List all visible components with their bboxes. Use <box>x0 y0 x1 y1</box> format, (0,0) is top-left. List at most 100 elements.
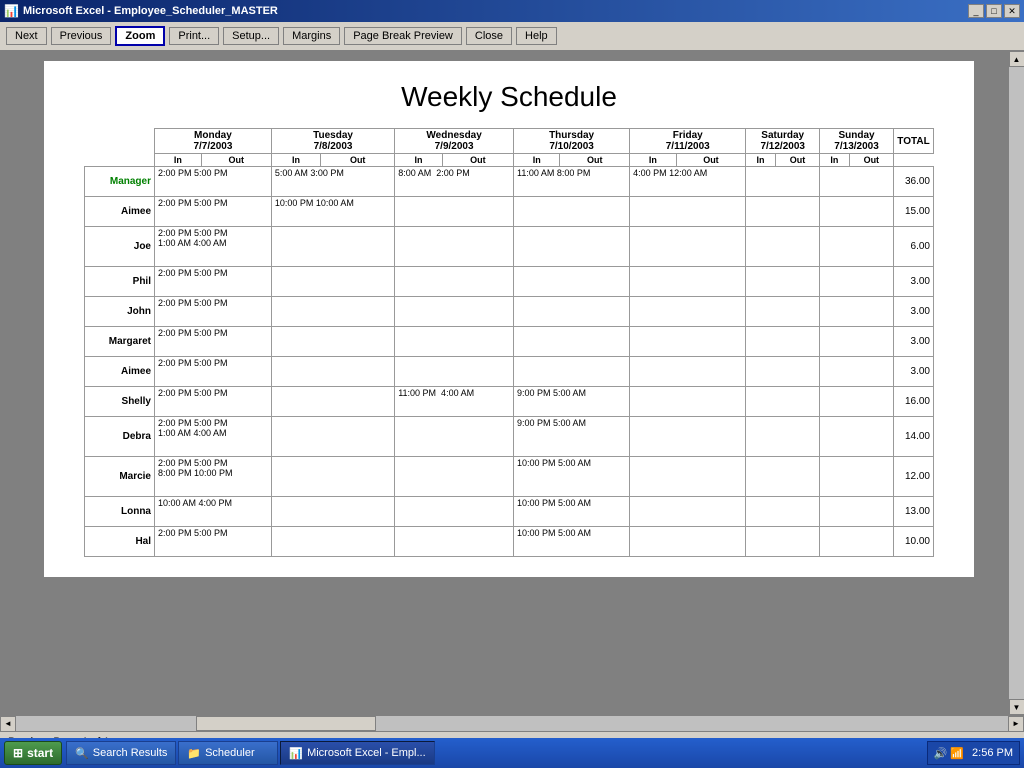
minimize-button[interactable]: _ <box>968 4 984 18</box>
taskbar-item-excel[interactable]: 📊 Microsoft Excel - Empl... <box>280 741 434 765</box>
print-button[interactable]: Print... <box>169 27 219 45</box>
margins-button[interactable]: Margins <box>283 27 340 45</box>
cell-monday: 2:00 PM 5:00 PM <box>155 387 272 417</box>
cell-saturday <box>746 297 820 327</box>
cell-monday: 2:00 PM 5:00 PM <box>155 167 272 197</box>
close-button[interactable]: ✕ <box>1004 4 1020 18</box>
cell-wednesday <box>395 267 514 297</box>
start-label: start <box>27 746 53 760</box>
cell-tuesday <box>271 417 394 457</box>
windows-logo: ⊞ <box>13 746 23 760</box>
cell-friday <box>630 387 746 417</box>
previous-button[interactable]: Previous <box>51 27 112 45</box>
cell-saturday <box>746 457 820 497</box>
table-row: Margaret2:00 PM 5:00 PM3.00 <box>85 327 934 357</box>
maximize-button[interactable]: □ <box>986 4 1002 18</box>
scroll-left-button[interactable]: ◄ <box>0 716 16 732</box>
taskbar: ⊞ start 🔍 Search Results 📁 Scheduler 📊 M… <box>0 738 1024 768</box>
cell-friday <box>630 457 746 497</box>
cell-friday <box>630 497 746 527</box>
window-controls: _ □ ✕ <box>968 4 1020 18</box>
title-bar: 📊 Microsoft Excel - Employee_Scheduler_M… <box>0 0 1024 22</box>
left-margin <box>0 51 10 715</box>
cell-friday <box>630 357 746 387</box>
toolbar: Next Previous Zoom Print... Setup... Mar… <box>0 22 1024 51</box>
setup-button[interactable]: Setup... <box>223 27 279 45</box>
cell-tuesday <box>271 457 394 497</box>
scroll-track[interactable] <box>1009 67 1024 699</box>
cell-wednesday: 8:00 AM 2:00 PM <box>395 167 514 197</box>
cell-thursday: 9:00 PM 5:00 AM <box>514 387 630 417</box>
content-wrapper: Weekly Schedule Monday 7/7/2003 Tuesday … <box>10 51 1008 715</box>
cell-saturday <box>746 227 820 267</box>
cell-tuesday <box>271 357 394 387</box>
main-area: Weekly Schedule Monday 7/7/2003 Tuesday … <box>0 51 1024 715</box>
cell-thursday <box>514 197 630 227</box>
total-cell: 10.00 <box>894 527 934 557</box>
cell-sunday <box>820 457 894 497</box>
cell-tuesday: 5:00 AM 3:00 PM <box>271 167 394 197</box>
taskbar-item-search[interactable]: 🔍 Search Results <box>66 741 176 765</box>
cell-saturday <box>746 417 820 457</box>
hscroll-track[interactable] <box>16 716 1008 731</box>
cell-friday <box>630 267 746 297</box>
cell-sunday <box>820 527 894 557</box>
table-row: Joe2:00 PM 5:00 PM 1:00 AM 4:00 AM6.00 <box>85 227 934 267</box>
scroll-right-button[interactable]: ► <box>1008 716 1024 732</box>
employee-name: Margaret <box>85 327 155 357</box>
cell-monday: 2:00 PM 5:00 PM 1:00 AM 4:00 AM <box>155 417 272 457</box>
page-break-preview-button[interactable]: Page Break Preview <box>344 27 462 45</box>
hscroll-thumb[interactable] <box>196 716 376 731</box>
system-icons: 🔊 📶 <box>934 747 964 760</box>
horizontal-scrollbar[interactable]: ◄ ► <box>0 715 1024 731</box>
cell-monday: 10:00 AM 4:00 PM <box>155 497 272 527</box>
wednesday-header: Wednesday 7/9/2003 <box>395 129 514 154</box>
cell-thursday <box>514 357 630 387</box>
total-cell: 36.00 <box>894 167 934 197</box>
cell-wednesday <box>395 327 514 357</box>
employee-name: Lonna <box>85 497 155 527</box>
cell-sunday <box>820 167 894 197</box>
cell-sunday <box>820 497 894 527</box>
excel-label: Microsoft Excel - Empl... <box>307 747 426 759</box>
taskbar-items: 🔍 Search Results 📁 Scheduler 📊 Microsoft… <box>66 741 923 765</box>
cell-tuesday <box>271 297 394 327</box>
cell-wednesday <box>395 497 514 527</box>
cell-sunday <box>820 357 894 387</box>
total-cell: 3.00 <box>894 297 934 327</box>
cell-tuesday <box>271 327 394 357</box>
cell-friday <box>630 197 746 227</box>
next-button[interactable]: Next <box>6 27 47 45</box>
cell-friday <box>630 327 746 357</box>
cell-thursday: 10:00 PM 5:00 AM <box>514 527 630 557</box>
cell-monday: 2:00 PM 5:00 PM <box>155 197 272 227</box>
table-row: Marcie2:00 PM 5:00 PM 8:00 PM 10:00 PM10… <box>85 457 934 497</box>
cell-sunday <box>820 417 894 457</box>
scroll-up-button[interactable]: ▲ <box>1009 51 1024 67</box>
help-button[interactable]: Help <box>516 27 557 45</box>
employee-name: Shelly <box>85 387 155 417</box>
start-button[interactable]: ⊞ start <box>4 741 62 765</box>
taskbar-clock: 🔊 📶 2:56 PM <box>927 741 1020 765</box>
cell-saturday <box>746 197 820 227</box>
close-preview-button[interactable]: Close <box>466 27 512 45</box>
scheduler-label: Scheduler <box>205 747 255 759</box>
cell-thursday <box>514 267 630 297</box>
scroll-down-button[interactable]: ▼ <box>1009 699 1024 715</box>
cell-thursday: 10:00 PM 5:00 AM <box>514 457 630 497</box>
employee-name: Aimee <box>85 197 155 227</box>
cell-wednesday <box>395 227 514 267</box>
cell-friday <box>630 227 746 267</box>
table-row: Aimee2:00 PM 5:00 PM10:00 PM 10:00 AM15.… <box>85 197 934 227</box>
total-cell: 13.00 <box>894 497 934 527</box>
cell-thursday <box>514 297 630 327</box>
cell-monday: 2:00 PM 5:00 PM <box>155 267 272 297</box>
cell-sunday <box>820 267 894 297</box>
total-cell: 6.00 <box>894 227 934 267</box>
excel-icon: 📊 <box>289 747 303 760</box>
cell-thursday: 11:00 AM 8:00 PM <box>514 167 630 197</box>
taskbar-item-scheduler[interactable]: 📁 Scheduler <box>178 741 278 765</box>
zoom-button[interactable]: Zoom <box>115 26 165 46</box>
table-row: Phil2:00 PM 5:00 PM3.00 <box>85 267 934 297</box>
vertical-scrollbar[interactable]: ▲ ▼ <box>1008 51 1024 715</box>
